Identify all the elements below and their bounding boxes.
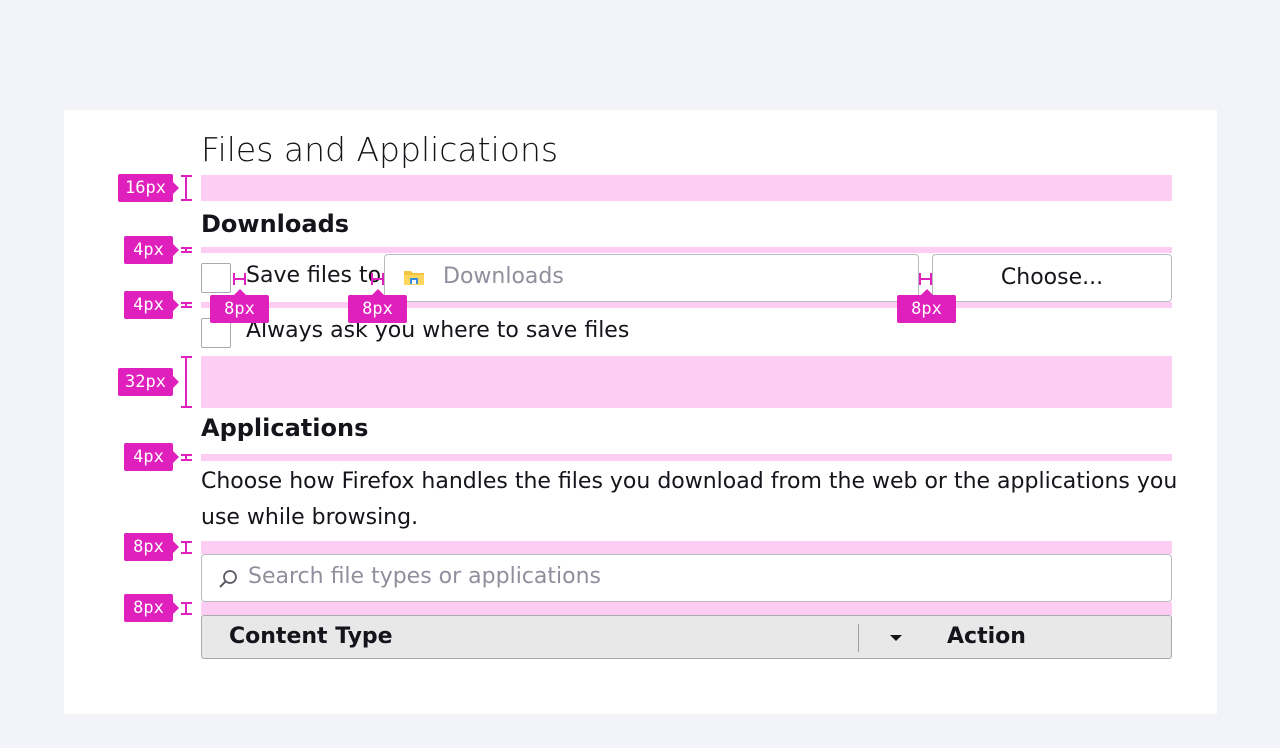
spacing-band-4a xyxy=(201,247,1172,253)
sort-down-icon[interactable] xyxy=(890,635,902,641)
action-column[interactable]: Action xyxy=(947,624,1026,649)
spacing-measure-4b xyxy=(181,302,192,308)
spacing-band-8b xyxy=(201,602,1172,615)
search-placeholder: Search file types or applications xyxy=(248,564,601,589)
applications-description-line1: Choose how Firefox handles the files you… xyxy=(201,469,1178,494)
gap-measure-label-field xyxy=(371,273,384,285)
spacing-tag-4a: 4px xyxy=(124,236,179,264)
gap-tag-field-button: 8px xyxy=(897,289,956,323)
choose-button[interactable]: Choose... xyxy=(932,254,1172,302)
download-folder-field[interactable]: Downloads xyxy=(384,254,919,302)
always-ask-label: Always ask you where to save files xyxy=(246,318,630,343)
save-files-label: Save files to xyxy=(246,263,382,288)
spacing-measure-4c xyxy=(181,454,192,461)
spacing-measure-4a xyxy=(181,247,192,253)
gap-measure-field-button xyxy=(919,273,932,285)
folder-icon xyxy=(403,268,425,286)
downloads-heading: Downloads xyxy=(201,210,350,238)
spacing-band-4b xyxy=(201,302,1172,308)
applications-description-line2: use while browsing. xyxy=(201,505,419,530)
search-input[interactable]: Search file types or applications xyxy=(201,554,1172,602)
gap-measure-checkbox-label xyxy=(233,273,246,285)
gap-tag-checkbox-label: 8px xyxy=(210,289,269,323)
applications-heading: Applications xyxy=(201,414,369,442)
spacing-band-4c xyxy=(201,454,1172,461)
spacing-tag-4b: 4px xyxy=(124,291,179,319)
spacing-tag-4c: 4px xyxy=(124,443,179,471)
save-files-checkbox[interactable] xyxy=(201,263,231,293)
spacing-measure-8a xyxy=(181,541,192,554)
spacing-measure-16 xyxy=(181,175,192,201)
folder-value: Downloads xyxy=(443,264,564,289)
spacing-band-16 xyxy=(201,175,1172,201)
page-title: Files and Applications xyxy=(201,130,559,169)
spacing-tag-16: 16px xyxy=(118,174,179,202)
spacing-tag-32: 32px xyxy=(118,368,179,396)
spacing-band-8a xyxy=(201,541,1172,554)
applications-table-header: Content Type Action xyxy=(201,615,1172,659)
content-type-column[interactable]: Content Type xyxy=(229,624,393,649)
search-icon xyxy=(218,569,238,589)
spacing-measure-32 xyxy=(181,356,192,408)
spacing-band-32 xyxy=(201,356,1172,408)
spacing-tag-8a: 8px xyxy=(124,533,179,561)
spacing-tag-8b: 8px xyxy=(124,594,179,622)
spacing-measure-8b xyxy=(181,602,192,615)
column-divider xyxy=(858,624,859,652)
gap-tag-label-field: 8px xyxy=(348,289,407,323)
